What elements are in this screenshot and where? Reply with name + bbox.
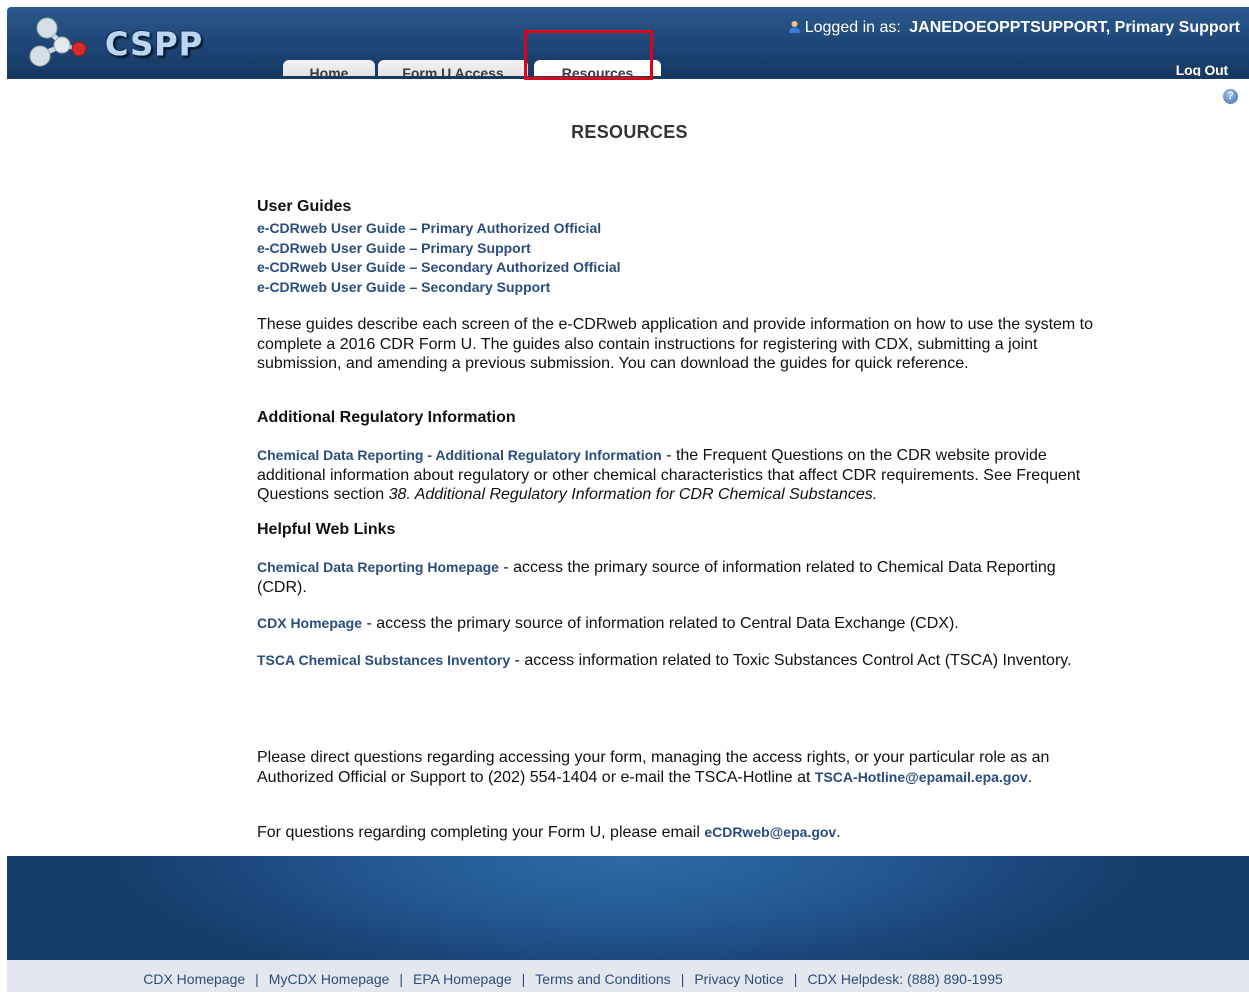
footer-separator: |	[399, 971, 404, 987]
form-u-text: For questions regarding completing your …	[257, 824, 705, 841]
user-guides-description: These guides describe each screen of the…	[257, 316, 1094, 372]
footer-privacy[interactable]: Privacy Notice	[694, 971, 783, 987]
form-u-end: .	[836, 824, 841, 841]
guide-link-secondary-ao[interactable]: e-CDRweb User Guide – Secondary Authoriz…	[257, 258, 621, 278]
logo-text: CSPP	[105, 25, 204, 63]
footer-mycdx-homepage[interactable]: MyCDX Homepage	[269, 971, 390, 987]
user-guide-list: e-CDRweb User Guide – Primary Authorized…	[257, 219, 621, 297]
footer-banner	[7, 856, 1249, 960]
cdx-homepage-link[interactable]: CDX Homepage	[257, 615, 362, 631]
footer-separator: |	[255, 971, 259, 987]
guide-link-primary-support[interactable]: e-CDRweb User Guide – Primary Support	[257, 239, 621, 259]
regulatory-link[interactable]: Chemical Data Reporting - Additional Reg…	[257, 447, 662, 463]
helpful-link-text: - access information related to Toxic Su…	[510, 652, 1072, 669]
helpful-links-heading: Helpful Web Links	[257, 521, 396, 538]
contact-paragraph: Please direct questions regarding access…	[257, 748, 1107, 787]
form-u-contact-paragraph: For questions regarding completing your …	[257, 823, 1107, 843]
helpful-link-item: Chemical Data Reporting Homepage - acces…	[257, 558, 1107, 597]
contact-end: .	[1027, 768, 1033, 786]
footer-links: CDX Homepage | MyCDX Homepage | EPA Homepage…	[7, 960, 1249, 992]
footer-epa-homepage[interactable]: EPA Homepage	[413, 971, 512, 987]
logged-in-user: JANEDOEOPPTSUPPORT, Primary Support	[909, 19, 1240, 36]
regulatory-section: 38. Additional Regulatory Information fo…	[388, 486, 878, 503]
tab-home[interactable]: Home	[283, 60, 375, 79]
help-icon[interactable]: ?	[1223, 89, 1238, 104]
molecule-icon	[29, 17, 87, 67]
user-icon	[788, 21, 800, 33]
logged-in-label: Logged in as:	[804, 19, 901, 36]
footer-terms[interactable]: Terms and Conditions	[535, 971, 670, 987]
helpful-link-item: CDX Homepage - access the primary source…	[257, 614, 1107, 634]
logout-link[interactable]: Log Out	[1176, 62, 1228, 78]
guide-link-primary-ao[interactable]: e-CDRweb User Guide – Primary Authorized…	[257, 219, 621, 239]
footer-separator: |	[521, 971, 526, 987]
regulatory-heading: Additional Regulatory Information	[257, 409, 516, 426]
cspp-logo[interactable]: CSPP	[27, 15, 217, 67]
helpful-link-text: - access the primary source of informati…	[362, 615, 959, 632]
resources-tab-highlight	[524, 30, 653, 80]
footer-separator: |	[680, 971, 685, 987]
regulatory-paragraph: Chemical Data Reporting - Additional Reg…	[257, 446, 1107, 505]
cdr-homepage-link[interactable]: Chemical Data Reporting Homepage	[257, 559, 499, 575]
guide-link-secondary-support[interactable]: e-CDRweb User Guide – Secondary Support	[257, 278, 621, 298]
footer-separator: |	[793, 971, 798, 987]
tsca-inventory-link[interactable]: TSCA Chemical Substances Inventory	[257, 652, 510, 668]
ecdrweb-email-link[interactable]: eCDRweb@epa.gov	[704, 824, 836, 840]
tsca-hotline-email-link[interactable]: TSCA-Hotline@epamail.epa.gov	[815, 769, 1028, 785]
helpful-link-item: TSCA Chemical Substances Inventory - acc…	[257, 651, 1107, 671]
footer-cdx-homepage[interactable]: CDX Homepage	[143, 971, 245, 987]
logged-in-status: Logged in as: JANEDOEOPPTSUPPORT, Primar…	[788, 19, 1240, 37]
footer-helpdesk: CDX Helpdesk: (888) 890-1995	[807, 971, 1003, 987]
user-guides-heading: User Guides	[257, 198, 352, 215]
page-title: RESOURCES	[571, 122, 688, 142]
tab-form-u-access[interactable]: Form U Access	[378, 60, 528, 79]
